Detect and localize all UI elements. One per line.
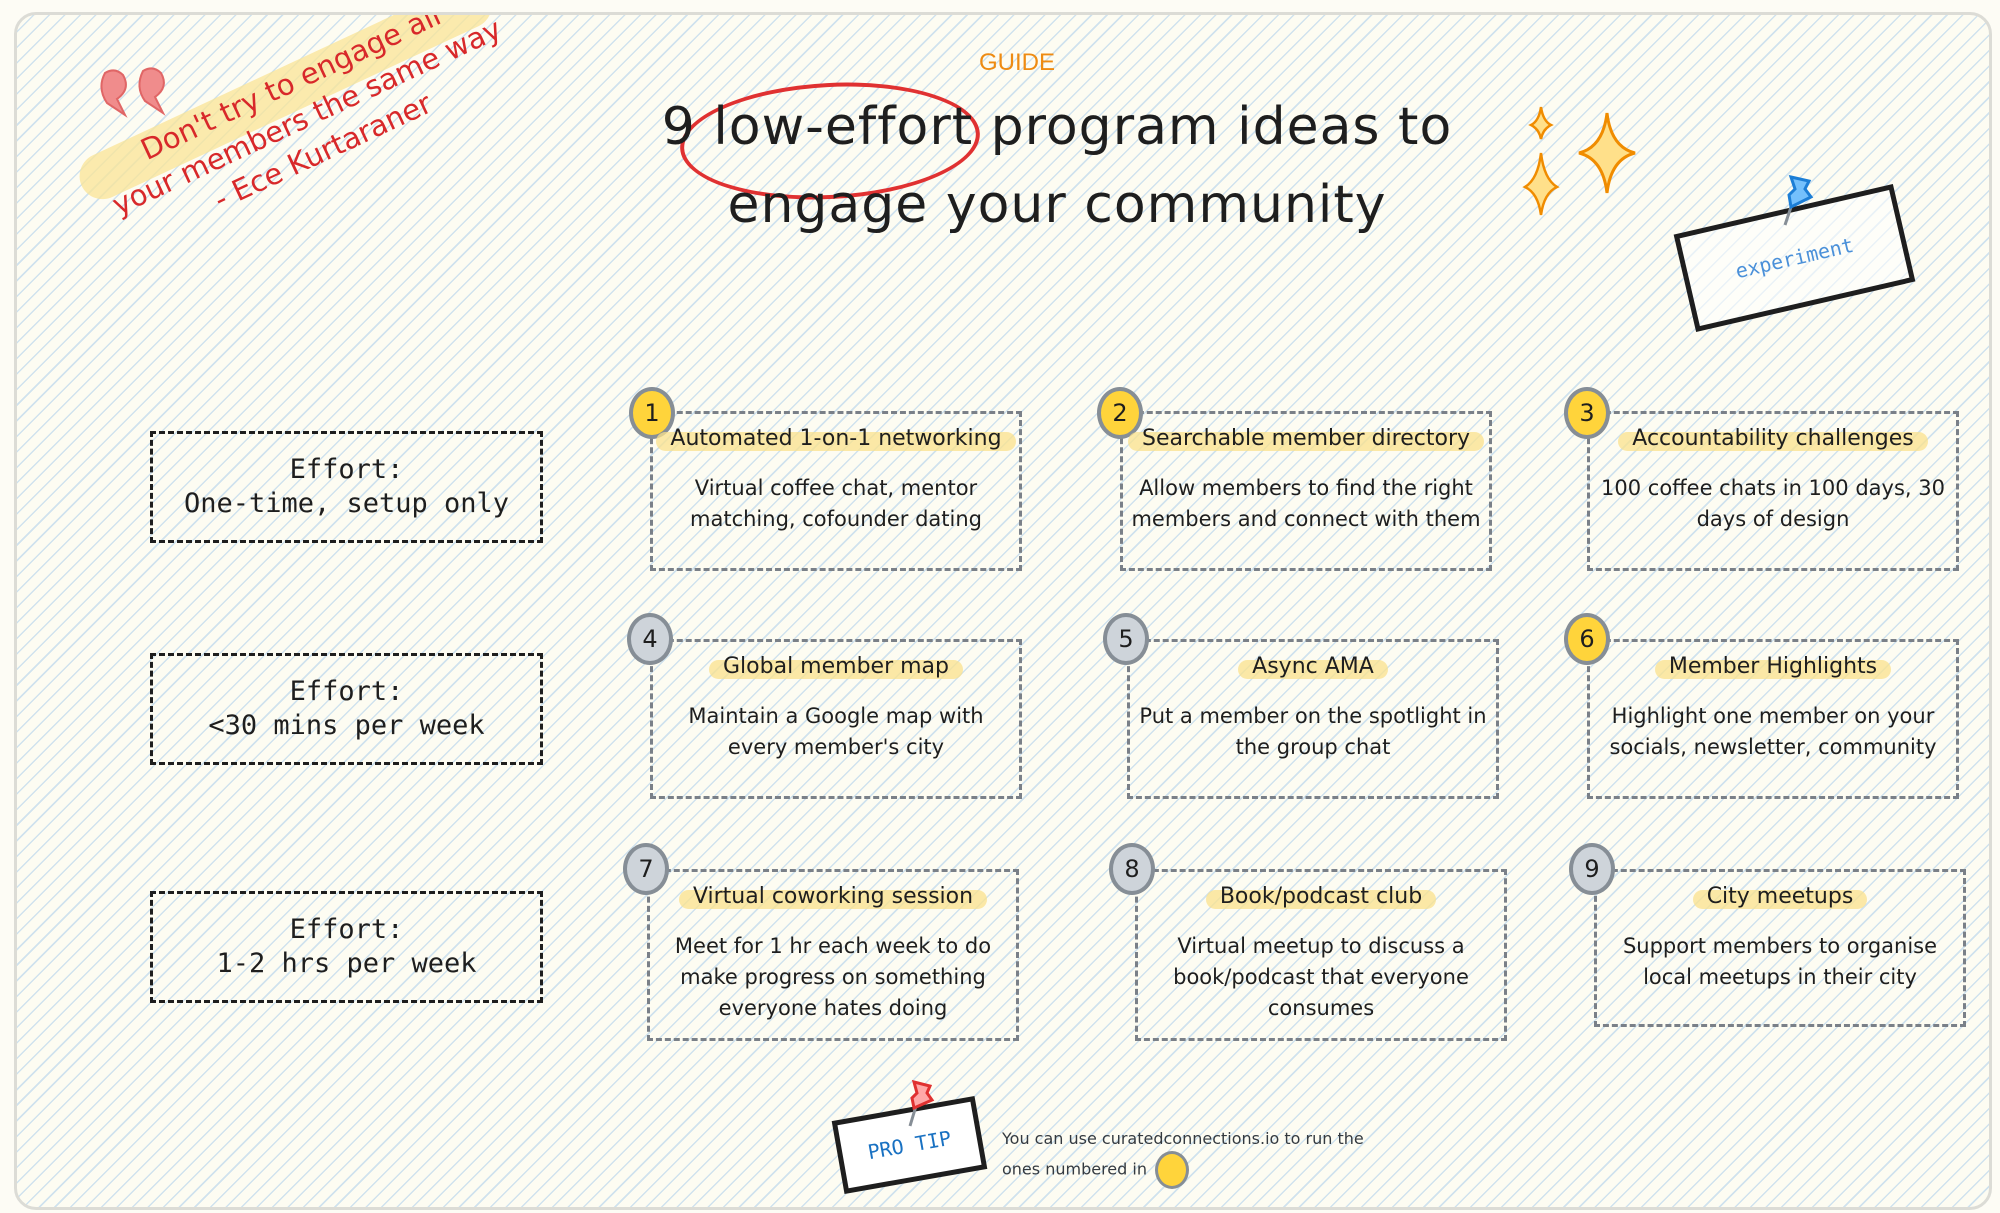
effort-level-box: Effort: 1-2 hrs per week (150, 891, 543, 1003)
idea-description: Put a member on the spotlight in the gro… (1139, 704, 1487, 759)
idea-card: Accountability challenges 100 coffee cha… (1587, 411, 1959, 571)
pushpin-icon (1783, 174, 1814, 226)
eyebrow-label: GUIDE (978, 49, 1055, 76)
idea-description: Support members to organise local meetup… (1622, 934, 1938, 989)
title-highlight: low-effort (713, 97, 974, 157)
idea-number-badge: 3 (1564, 387, 1610, 439)
idea-description: Maintain a Google map with every member'… (688, 704, 984, 759)
idea-card: Async AMA Put a member on the spotlight … (1127, 639, 1499, 799)
yellow-badge-icon (1154, 1151, 1189, 1189)
pushpin-icon (908, 1080, 935, 1127)
effort-value: One-time, setup only (183, 488, 510, 519)
effort-label: Effort: (289, 914, 404, 945)
idea-card: Searchable member directory Allow member… (1120, 411, 1492, 571)
idea-number-badge: 8 (1109, 843, 1155, 895)
quote-line-2: your members the same way (106, 12, 507, 222)
idea-description: Virtual meetup to discuss a book/podcast… (1173, 934, 1469, 1020)
page-title-line-1: 9 low-effort program ideas to (617, 97, 1497, 157)
idea-card: Global member map Maintain a Google map … (650, 639, 1022, 799)
idea-description: Virtual coffee chat, mentor matching, co… (690, 476, 982, 531)
idea-title: Global member map (709, 654, 963, 679)
sparkles-icon (1522, 106, 1636, 216)
idea-title: Searchable member directory (1127, 426, 1485, 451)
idea-number-badge: 4 (627, 613, 673, 665)
effort-label: Effort: (289, 676, 404, 707)
effort-level-box: Effort: One-time, setup only (150, 431, 543, 543)
title-suffix: program ideas to (990, 97, 1453, 157)
idea-card: Virtual coworking session Meet for 1 hr … (647, 869, 1019, 1041)
idea-card: City meetups Support members to organise… (1594, 869, 1966, 1027)
idea-title: Member Highlights (1654, 654, 1892, 679)
idea-title: Book/podcast club (1205, 884, 1437, 909)
idea-description: 100 coffee chats in 100 days, 30 days of… (1601, 476, 1945, 531)
title-number: 9 (661, 97, 696, 157)
canvas-board: Don't try to engage all your members the… (14, 12, 1992, 1210)
pro-tip-text: You can use curatedconnections.io to run… (1002, 1127, 1402, 1189)
effort-label: Effort: (289, 454, 404, 485)
idea-description: Highlight one member on your socials, ne… (1609, 704, 1937, 759)
idea-number-badge: 7 (623, 843, 669, 895)
idea-title: City meetups (1692, 884, 1868, 909)
idea-card: Member Highlights Highlight one member o… (1587, 639, 1959, 799)
effort-level-box: Effort: <30 mins per week (150, 653, 543, 765)
idea-title: Accountability challenges (1618, 426, 1929, 451)
idea-card: Automated 1-on-1 networking Virtual coff… (650, 411, 1022, 571)
idea-number-badge: 6 (1564, 613, 1610, 665)
idea-card: Book/podcast club Virtual meetup to disc… (1135, 869, 1507, 1041)
idea-description: Meet for 1 hr each week to do make progr… (674, 934, 992, 1020)
effort-value: <30 mins per week (208, 710, 485, 741)
idea-number-badge: 9 (1569, 843, 1615, 895)
effort-value: 1-2 hrs per week (216, 948, 477, 979)
idea-number-badge: 5 (1103, 613, 1149, 665)
idea-title: Async AMA (1238, 654, 1388, 679)
idea-description: Allow members to find the right members … (1131, 476, 1481, 531)
idea-title: Virtual coworking session (678, 884, 988, 909)
idea-title: Automated 1-on-1 networking (656, 426, 1016, 451)
page-title-line-2: engage your community (727, 175, 1387, 235)
